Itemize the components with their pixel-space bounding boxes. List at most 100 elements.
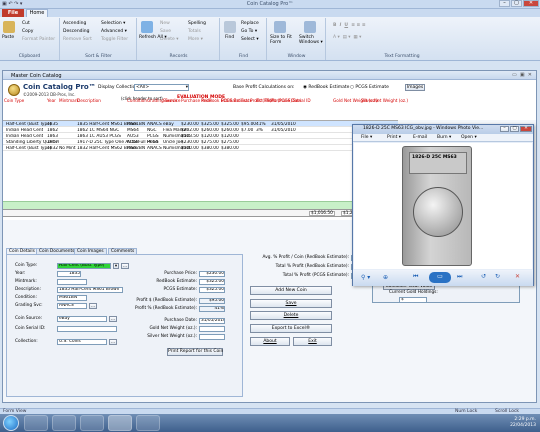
delete-icon[interactable]: ✕ — [515, 273, 520, 280]
table-cell[interactable]: 1863 — [47, 134, 58, 139]
cut-button[interactable]: Cut — [22, 21, 30, 26]
pcgs-estimate-field[interactable]: $325.00 — [199, 287, 225, 293]
table-cell[interactable]: Indian Head Cent — [6, 128, 43, 133]
add-new-coin-button[interactable]: Add New Coin — [250, 286, 332, 295]
column-header[interactable]: Description — [77, 98, 101, 104]
table-cell[interactable]: $325.00 — [201, 122, 219, 127]
table-cell[interactable]: Half-Cent (Bust Type) — [6, 146, 52, 151]
tab-home[interactable]: Home — [26, 9, 48, 17]
display-collection-select[interactable]: <All> ▾ — [134, 84, 189, 91]
description-field[interactable]: 1835 Half-Cent MS61 Brown — [57, 287, 123, 293]
table-cell[interactable]: $325.00 — [221, 122, 239, 127]
table-cell[interactable]: PCGS — [147, 134, 159, 139]
column-header[interactable]: Mintmark — [59, 98, 79, 104]
coin-type-more-button[interactable]: … — [121, 263, 129, 269]
table-cell[interactable]: MS62BN — [127, 146, 145, 151]
new-record-button[interactable]: New — [160, 21, 170, 26]
table-cell[interactable]: NGC — [147, 128, 157, 133]
selection-button[interactable]: Selection ▾ — [101, 21, 125, 26]
table-cell[interactable]: No Mint — [59, 146, 76, 151]
viewer-menu-item[interactable]: E-mail — [413, 135, 427, 140]
table-cell[interactable]: MS64 — [127, 128, 139, 133]
table-cell[interactable]: $300.00 — [181, 146, 199, 151]
goto-button[interactable]: Go To ▾ — [241, 29, 257, 34]
remove-sort-button[interactable]: Remove Sort — [63, 37, 92, 42]
viewer-menu-item[interactable]: Open ▾ — [461, 135, 477, 140]
table-cell[interactable]: 3% — [256, 128, 263, 133]
find-button[interactable]: Find — [225, 35, 234, 40]
more-button[interactable]: More ▾ — [188, 37, 203, 42]
column-headers[interactable]: Coin Type Year Mintmark Description Conditio… — [3, 98, 536, 105]
table-cell[interactable]: 1832 — [47, 146, 58, 151]
table-cell[interactable]: $103.50 — [181, 134, 199, 139]
mintmark-field[interactable] — [57, 279, 87, 285]
table-cell[interactable]: MS61BN — [127, 122, 145, 127]
viewer-minimize-button[interactable]: – — [500, 126, 509, 132]
viewer-maximize-button[interactable]: ▢ — [510, 126, 519, 132]
format-painter-button[interactable]: Format Painter — [22, 37, 55, 42]
previous-icon[interactable]: ⏮ — [413, 273, 418, 281]
system-clock[interactable]: 2:29 p.m. 22/04/2013 — [510, 417, 536, 429]
column-header[interactable]: Serial ID — [293, 98, 311, 104]
table-cell[interactable]: $7.00 — [241, 128, 253, 133]
export-excel-button[interactable]: Export to Excel® — [250, 324, 332, 333]
exit-button[interactable]: Exit — [293, 337, 332, 346]
new-record-row[interactable] — [3, 201, 398, 209]
collection-more-button[interactable]: … — [109, 339, 117, 345]
font-color-icon[interactable]: A ▾ ▤ ▾ ▦ ▾ — [333, 35, 361, 40]
collection-select[interactable]: U.S. Coins — [57, 339, 107, 345]
table-cell[interactable]: $380.00 — [221, 146, 239, 151]
taskbar-media-icon[interactable] — [80, 415, 104, 431]
viewer-menu-item[interactable]: Print ▾ — [387, 135, 401, 140]
actual-size-icon[interactable]: ⊕ — [383, 274, 388, 281]
table-cell[interactable]: 41% — [256, 122, 266, 127]
sort-ascending-button[interactable]: Ascending — [63, 21, 86, 26]
about-button[interactable]: About — [250, 337, 290, 346]
close-button[interactable]: ✕ — [523, 0, 539, 7]
rotate-left-icon[interactable]: ↺ — [481, 273, 486, 280]
pcgs-radio[interactable]: ○ PCGS Estimate — [350, 85, 389, 90]
table-cell[interactable]: ANACS — [147, 146, 162, 151]
table-cell[interactable]: $260.00 — [201, 128, 219, 133]
table-cell[interactable]: 1862 1C MS64 NGC — [77, 128, 119, 133]
zoom-icon[interactable]: ⚲ ▾ — [361, 274, 370, 281]
table-cell[interactable]: AU58 — [127, 140, 139, 145]
silver-weight-field[interactable] — [199, 334, 225, 340]
totals-button[interactable]: Totals — [188, 29, 201, 34]
table-row[interactable]: Half-Cent (Bust Type) 1832 No Mint 1832 Hal… — [3, 145, 398, 151]
maximize-button[interactable]: ▢ — [511, 0, 522, 7]
switch-windows-icon[interactable] — [304, 21, 316, 33]
table-cell[interactable]: $120.00 — [201, 134, 219, 139]
table-cell[interactable]: 31/05/2010 — [271, 122, 296, 127]
binoculars-icon[interactable] — [224, 21, 236, 33]
column-header[interactable]: Condition — [127, 98, 147, 104]
table-cell[interactable]: 1862 — [47, 128, 58, 133]
column-header[interactable]: Coin Type — [4, 98, 24, 104]
condition-field[interactable]: MS61BN — [57, 295, 87, 301]
coin-type-select[interactable]: Half-Cent (Bust Type) — [57, 263, 111, 269]
taskbar-access-icon[interactable] — [108, 415, 132, 431]
next-icon[interactable]: ⏭ — [457, 273, 462, 281]
advanced-button[interactable]: Advanced ▾ — [101, 29, 127, 34]
form-window-controls[interactable]: ▭ ▣ ✕ — [512, 72, 532, 78]
toggle-filter-button[interactable]: Toggle Filter — [101, 37, 128, 42]
save-record-button[interactable]: Save — [160, 29, 171, 34]
viewer-close-button[interactable]: ✕ — [520, 126, 532, 132]
table-cell[interactable]: 31/05/2010 — [271, 128, 296, 133]
taskbar-explorer-icon[interactable] — [52, 415, 76, 431]
grading-select[interactable]: ANACS — [57, 303, 87, 309]
taskbar-photo-viewer-icon[interactable] — [136, 415, 160, 431]
table-cell[interactable]: $230.00 — [181, 140, 199, 145]
images-button[interactable]: Images — [405, 84, 425, 91]
table-cell[interactable]: PCGS — [147, 140, 159, 145]
table-cell[interactable]: Uncle Joe — [163, 140, 183, 145]
gold-weight-field[interactable] — [199, 326, 225, 332]
size-to-fit-icon[interactable] — [274, 21, 286, 33]
table-cell[interactable]: $380.00 — [201, 146, 219, 151]
table-cell[interactable]: $230.00 — [181, 122, 199, 127]
year-field[interactable]: 1835 — [57, 271, 81, 277]
purchase-price-field[interactable]: $230.00 — [199, 271, 225, 277]
table-cell[interactable]: Indian Head Cent — [6, 134, 43, 139]
table-cell[interactable]: $275.00 — [221, 140, 239, 145]
refresh-icon[interactable] — [141, 21, 153, 33]
